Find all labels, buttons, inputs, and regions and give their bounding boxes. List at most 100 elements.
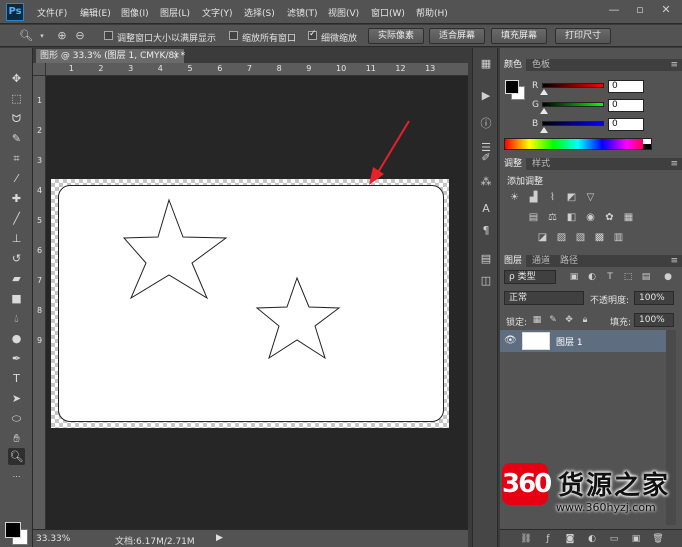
ruler-origin[interactable] bbox=[33, 63, 46, 76]
gradient-tool-icon[interactable]: ■ bbox=[8, 290, 25, 307]
close-button[interactable]: ✕ bbox=[656, 3, 676, 18]
blue-slider-thumb[interactable] bbox=[540, 127, 548, 133]
ellipse-tool-icon[interactable]: ⬭ bbox=[8, 410, 25, 427]
threshold-icon[interactable]: ▧ bbox=[574, 232, 587, 244]
move-tool-icon[interactable]: ✥ bbox=[8, 70, 25, 87]
menu-layer[interactable]: 图层(L) bbox=[160, 6, 190, 19]
fill-field[interactable]: 100% bbox=[634, 313, 674, 327]
quick-select-tool-icon[interactable]: ✎ bbox=[8, 130, 25, 147]
menu-edit[interactable]: 编辑(E) bbox=[80, 6, 111, 19]
opacity-field[interactable]: 100% bbox=[634, 291, 674, 305]
character-panel-icon[interactable]: A bbox=[478, 201, 494, 217]
green-value-field[interactable]: 0 bbox=[608, 99, 644, 112]
color-spectrum-ramp[interactable] bbox=[504, 138, 652, 150]
clone-source-panel-icon[interactable]: ◫ bbox=[478, 273, 494, 289]
zoom-tool-icon[interactable]: 🔍︎ bbox=[18, 28, 34, 44]
zoom-out-icon[interactable]: ⊖ bbox=[72, 28, 88, 44]
hand-tool-icon[interactable]: ✋︎ bbox=[8, 430, 25, 447]
layer-filter-kind-select[interactable]: ρ 类型 bbox=[504, 270, 556, 284]
blue-channel-slider[interactable] bbox=[542, 121, 604, 126]
fill-screen-button[interactable]: 填充屏幕 bbox=[491, 28, 547, 44]
red-slider-thumb[interactable] bbox=[540, 89, 548, 95]
blend-mode-select[interactable]: 正常 bbox=[504, 291, 584, 305]
menu-window[interactable]: 窗口(W) bbox=[371, 6, 405, 19]
adjustments-panel-menu-icon[interactable]: ≡ bbox=[670, 158, 678, 170]
delete-layer-icon[interactable]: 🗑︎ bbox=[652, 533, 664, 545]
history-brush-tool-icon[interactable]: ↺ bbox=[8, 250, 25, 267]
filter-adjustment-icon[interactable]: ◐ bbox=[586, 271, 598, 283]
lock-transparent-pixels-icon[interactable]: ▦ bbox=[532, 315, 542, 326]
tab-color[interactable]: 颜色 bbox=[500, 59, 527, 71]
lock-image-pixels-icon[interactable]: ✎ bbox=[548, 315, 558, 326]
link-layers-icon[interactable]: ⛓ bbox=[520, 533, 532, 545]
layer-name[interactable]: 图层 1 bbox=[556, 335, 583, 348]
color-panel-foreground-swatch[interactable] bbox=[505, 80, 519, 94]
menu-file[interactable]: 文件(F) bbox=[37, 6, 67, 19]
layers-panel-menu-icon[interactable]: ≡ bbox=[670, 255, 678, 267]
lock-all-icon[interactable]: 🔒︎ bbox=[580, 315, 590, 326]
more-tools-icon[interactable]: ⋯ bbox=[8, 468, 25, 485]
document-tab[interactable]: 图形 @ 33.3% (图层 1, CMYK/8) * × bbox=[36, 49, 185, 63]
maximize-button[interactable]: ▫ bbox=[630, 3, 650, 18]
hue-saturation-icon[interactable]: ▤ bbox=[527, 212, 540, 224]
path-selection-tool-icon[interactable]: ➤ bbox=[8, 390, 25, 407]
photo-filter-icon[interactable]: ◉ bbox=[584, 212, 597, 224]
actual-pixels-button[interactable]: 实际像素 bbox=[368, 28, 424, 44]
add-mask-icon[interactable]: ◙ bbox=[564, 533, 576, 545]
vibrance-icon[interactable]: ▽ bbox=[584, 192, 597, 204]
brush-tool-icon[interactable]: ╱ bbox=[8, 210, 25, 227]
menu-filter[interactable]: 滤镜(T) bbox=[287, 6, 318, 19]
new-group-icon[interactable]: ▭ bbox=[608, 533, 620, 545]
minimize-button[interactable]: — bbox=[604, 3, 624, 18]
eyedropper-tool-icon[interactable]: ⁄ bbox=[8, 170, 25, 187]
status-zoom-level[interactable]: 33.33% bbox=[36, 534, 70, 544]
tab-layers[interactable]: 图层 bbox=[500, 255, 527, 267]
new-layer-icon[interactable]: ▣ bbox=[630, 533, 642, 545]
fit-screen-button[interactable]: 适合屏幕 bbox=[429, 28, 485, 44]
color-lookup-icon[interactable]: ▦ bbox=[622, 212, 635, 224]
ruler-horizontal[interactable]: 012345678910111213 bbox=[33, 63, 468, 76]
dodge-tool-icon[interactable]: ● bbox=[8, 330, 25, 347]
healing-brush-tool-icon[interactable]: ✚ bbox=[8, 190, 25, 207]
clone-stamp-tool-icon[interactable]: ⊥ bbox=[8, 230, 25, 247]
paragraph-panel-icon[interactable]: ¶ bbox=[478, 223, 494, 239]
zoom-in-icon[interactable]: ⊕ bbox=[54, 28, 70, 44]
filter-type-icon[interactable]: T bbox=[604, 271, 616, 283]
blur-tool-icon[interactable]: 💧︎ bbox=[8, 310, 25, 327]
ruler-vertical[interactable]: 1 2 3 4 5 6 7 8 9 bbox=[33, 76, 46, 529]
posterize-icon[interactable]: ▨ bbox=[555, 232, 568, 244]
zoom-tool-icon[interactable]: 🔍︎ bbox=[8, 448, 25, 465]
document-tab-close-icon[interactable]: × bbox=[172, 49, 180, 63]
brightness-contrast-icon[interactable]: ☀ bbox=[508, 192, 521, 204]
filter-pixel-icon[interactable]: ▣ bbox=[568, 271, 580, 283]
tab-styles[interactable]: 样式 bbox=[528, 158, 554, 170]
filter-smart-object-icon[interactable]: ▤ bbox=[640, 271, 652, 283]
menu-view[interactable]: 视图(V) bbox=[328, 6, 359, 19]
tab-channels[interactable]: 通道 bbox=[528, 255, 554, 267]
red-value-field[interactable]: 0 bbox=[608, 80, 644, 93]
menu-select[interactable]: 选择(S) bbox=[244, 6, 275, 19]
green-channel-slider[interactable] bbox=[542, 102, 604, 107]
zoom-all-windows-checkbox[interactable] bbox=[229, 31, 238, 40]
resize-windows-checkbox[interactable] bbox=[104, 31, 113, 40]
curves-icon[interactable]: ⌇ bbox=[546, 192, 559, 204]
tab-swatches[interactable]: 色板 bbox=[528, 59, 554, 71]
lock-position-icon[interactable]: ✥ bbox=[564, 315, 574, 326]
gradient-map-icon[interactable]: ▥ bbox=[612, 232, 625, 244]
menu-image[interactable]: 图像(I) bbox=[121, 6, 149, 19]
color-panel-menu-icon[interactable]: ≡ bbox=[670, 59, 678, 71]
layer-row[interactable]: 👁︎ 图层 1 bbox=[500, 330, 666, 352]
tool-preset-dropdown-icon[interactable]: ▾ bbox=[34, 28, 50, 44]
selective-color-icon[interactable]: ▩ bbox=[593, 232, 606, 244]
layer-visibility-eye-icon[interactable]: 👁︎ bbox=[504, 335, 517, 346]
black-white-icon[interactable]: ◧ bbox=[565, 212, 578, 224]
info-panel-icon[interactable]: ⓘ bbox=[478, 116, 494, 132]
blue-value-field[interactable]: 0 bbox=[608, 118, 644, 131]
print-size-button[interactable]: 打印尺寸 bbox=[555, 28, 611, 44]
actions-panel-icon[interactable]: ▶ bbox=[478, 88, 494, 104]
filter-toggle-icon[interactable]: ● bbox=[662, 271, 674, 283]
history-panel-icon[interactable]: ▦ bbox=[478, 56, 494, 72]
invert-icon[interactable]: ◪ bbox=[536, 232, 549, 244]
green-slider-thumb[interactable] bbox=[540, 108, 548, 114]
foreground-color-swatch[interactable] bbox=[5, 522, 21, 538]
